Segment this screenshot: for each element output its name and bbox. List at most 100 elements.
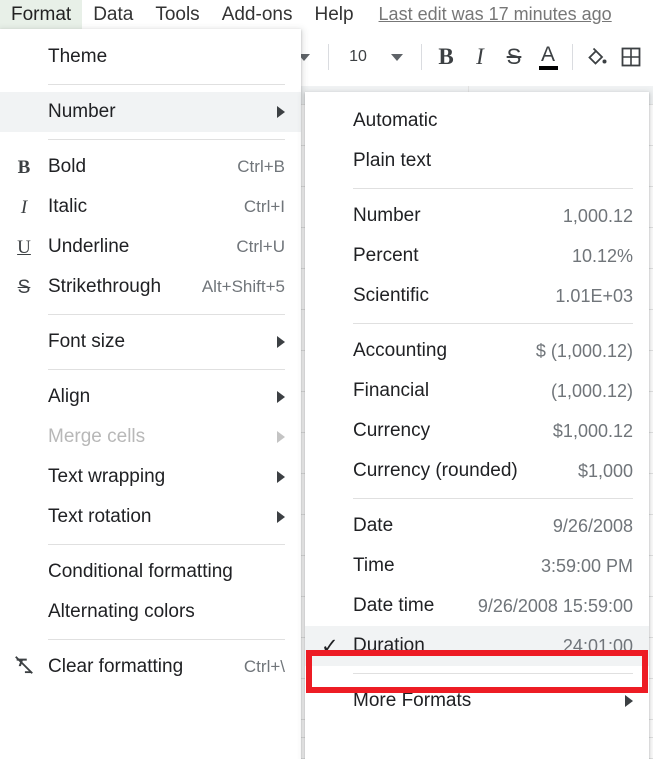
submenu-item-label: Automatic <box>353 110 438 131</box>
number-format-item-number[interactable]: Number 1,000.12 <box>305 196 649 236</box>
submenu-arrow-icon <box>277 431 285 443</box>
format-menu-item-bold[interactable]: B Bold Ctrl+B <box>0 147 301 187</box>
number-format-item-date[interactable]: Date 9/26/2008 <box>305 506 649 546</box>
submenu-arrow-icon <box>277 391 285 403</box>
submenu-item-label: Accounting <box>353 340 448 361</box>
format-menu-item-number[interactable]: Number <box>0 92 301 132</box>
underline-icon: U <box>17 236 31 258</box>
number-format-item-scientific[interactable]: Scientific 1.01E+03 <box>305 276 649 316</box>
submenu-item-label: Currency (rounded) <box>353 460 518 481</box>
format-menu-item-text-wrapping[interactable]: Text wrapping <box>0 457 301 497</box>
toolbar-divider <box>572 44 573 70</box>
submenu-divider <box>353 498 633 499</box>
format-menu-item-font-size[interactable]: Font size <box>0 322 301 362</box>
format-menu-item-merge-cells: Merge cells <box>0 417 301 457</box>
menu-item-label: Strikethrough <box>48 276 162 297</box>
clear-formatting-icon <box>15 656 33 674</box>
format-menu-item-strikethrough[interactable]: S Strikethrough Alt+Shift+5 <box>0 267 301 307</box>
number-format-item-automatic[interactable]: Automatic <box>305 101 649 141</box>
menu-item-shortcut: Ctrl+B <box>237 157 285 176</box>
menu-item-label: Merge cells <box>48 426 146 447</box>
menubar-item-add-ons[interactable]: Add-ons <box>211 0 304 29</box>
menu-item-label: Italic <box>48 196 88 217</box>
text-color-button[interactable]: A <box>531 40 565 74</box>
bold-button[interactable]: B <box>429 40 463 74</box>
submenu-item-label: Scientific <box>353 285 430 306</box>
menu-divider <box>48 369 285 370</box>
submenu-item-label: Plain text <box>353 150 432 171</box>
text-color-letter-icon: A <box>540 42 555 66</box>
font-size-value[interactable]: 10 <box>336 40 380 74</box>
submenu-arrow-icon <box>277 471 285 483</box>
submenu-divider <box>353 188 633 189</box>
fill-color-button[interactable] <box>580 40 614 74</box>
submenu-item-label: Date time <box>353 595 435 616</box>
menu-item-label: Conditional formatting <box>48 561 233 582</box>
number-format-item-financial[interactable]: Financial (1,000.12) <box>305 371 649 411</box>
italic-button[interactable]: I <box>463 40 497 74</box>
menu-item-label: Text rotation <box>48 506 152 527</box>
number-format-item-currency[interactable]: Currency $1,000.12 <box>305 411 649 451</box>
italic-icon: I <box>20 196 28 218</box>
submenu-item-sample-value: 24:01:00 <box>562 635 633 656</box>
menubar-item-format[interactable]: Format <box>0 0 83 29</box>
number-format-item-plain-text[interactable]: Plain text <box>305 141 649 181</box>
submenu-item-label: Financial <box>353 380 430 401</box>
format-menu-item-text-rotation[interactable]: Text rotation <box>0 497 301 537</box>
submenu-arrow-icon <box>625 695 633 707</box>
submenu-item-label: Number <box>353 205 421 226</box>
menubar-item-data[interactable]: Data <box>82 0 144 29</box>
borders-button[interactable] <box>614 40 648 74</box>
menu-item-label: Align <box>48 386 91 407</box>
font-size-dropdown-caret-icon[interactable] <box>380 40 414 74</box>
format-menu-item-theme[interactable]: Theme <box>0 37 301 77</box>
menu-divider <box>48 84 285 85</box>
number-format-item-percent[interactable]: Percent 10.12% <box>305 236 649 276</box>
format-menu-item-underline[interactable]: U Underline Ctrl+U <box>0 227 301 267</box>
number-format-item-currency-rounded[interactable]: Currency (rounded) $1,000 <box>305 451 649 491</box>
menu-bar: Format Data Tools Add-ons Help Last edit was … <box>0 0 653 29</box>
spreadsheet-app-window: 10 B I S A Format Data Tools Add-ons Hel… <box>0 0 653 759</box>
format-menu-item-alternating-colors[interactable]: Alternating colors <box>0 592 301 632</box>
format-menu-item-conditional-formatting[interactable]: Conditional formatting <box>0 552 301 592</box>
submenu-item-sample-value: 3:59:00 PM <box>540 555 633 576</box>
submenu-item-label: Duration <box>353 635 425 656</box>
strikethrough-button[interactable]: S <box>497 40 531 74</box>
submenu-arrow-icon <box>277 336 285 348</box>
strikethrough-icon: S <box>17 276 31 298</box>
menu-item-label: Number <box>48 101 116 122</box>
text-color-swatch <box>538 65 558 70</box>
submenu-item-sample-value: 10.12% <box>571 245 633 266</box>
format-menu-item-align[interactable]: Align <box>0 377 301 417</box>
number-format-item-date-time[interactable]: Date time 9/26/2008 15:59:00 <box>305 586 649 626</box>
number-format-item-duration[interactable]: ✓ Duration 24:01:00 <box>305 626 649 666</box>
number-format-item-time[interactable]: Time 3:59:00 PM <box>305 546 649 586</box>
menu-item-label: Text wrapping <box>48 466 166 487</box>
submenu-item-sample-value: 9/26/2008 15:59:00 <box>477 595 633 616</box>
format-menu-item-italic[interactable]: I Italic Ctrl+I <box>0 187 301 227</box>
submenu-arrow-icon <box>277 106 285 118</box>
menu-item-shortcut: Ctrl+\ <box>243 657 285 676</box>
submenu-item-label: Time <box>353 555 395 576</box>
format-menu-panel: Theme Number B Bold Ctrl+B I Italic Ctrl+I U Unde… <box>0 29 301 759</box>
submenu-divider <box>353 673 633 674</box>
submenu-divider <box>353 323 633 324</box>
toolbar-divider <box>328 44 329 70</box>
submenu-item-sample-value: $1,000 <box>577 460 633 481</box>
menubar-item-help[interactable]: Help <box>303 0 364 29</box>
submenu-arrow-icon <box>277 511 285 523</box>
format-menu-item-clear-formatting[interactable]: Clear formatting Ctrl+\ <box>0 647 301 687</box>
menu-item-shortcut: Ctrl+I <box>243 197 285 216</box>
toolbar-divider <box>421 44 422 70</box>
submenu-item-sample-value: 1,000.12 <box>562 205 633 226</box>
menubar-item-tools[interactable]: Tools <box>144 0 210 29</box>
last-edit-status-link[interactable]: Last edit was 17 minutes ago <box>379 0 612 29</box>
menu-divider <box>48 544 285 545</box>
number-format-item-accounting[interactable]: Accounting $ (1,000.12) <box>305 331 649 371</box>
menu-divider <box>48 314 285 315</box>
number-format-item-more-formats[interactable]: More Formats <box>305 681 649 721</box>
menu-item-label: Alternating colors <box>48 601 195 622</box>
submenu-item-sample-value: 9/26/2008 <box>552 515 633 536</box>
paint-bucket-icon <box>588 47 607 65</box>
checkmark-icon: ✓ <box>321 634 339 658</box>
